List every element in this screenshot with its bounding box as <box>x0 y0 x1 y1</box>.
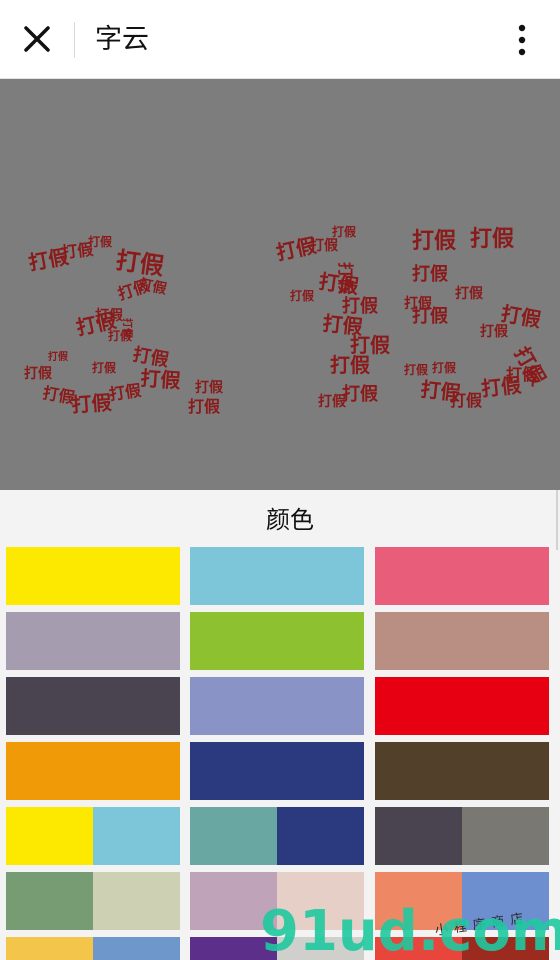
nav-divider <box>74 22 75 58</box>
scrollbar[interactable] <box>556 490 558 550</box>
swatch-color-segment <box>462 872 549 930</box>
top-navigation-bar: 字云 <box>0 0 560 79</box>
swatch-color-segment <box>6 677 180 735</box>
cloud-word: 打假 <box>188 397 221 416</box>
swatch-color-segment <box>190 677 364 735</box>
swatch-color-segment <box>375 807 462 865</box>
cloud-word: 打假 <box>332 224 357 239</box>
swatch-color-segment <box>190 807 277 865</box>
swatch-color-segment <box>190 872 277 930</box>
swatch-color-segment <box>277 807 364 865</box>
cloud-word: 打假 <box>140 366 183 393</box>
color-swatch[interactable] <box>375 742 549 800</box>
swatch-color-segment <box>190 937 277 960</box>
cloud-word: 打假 <box>342 383 379 405</box>
swatch-color-segment <box>6 742 180 800</box>
swatch-color-segment <box>375 937 462 960</box>
swatch-color-segment <box>190 612 364 670</box>
cloud-word: 打假 <box>412 228 456 254</box>
cloud-word: 打假 <box>412 305 449 327</box>
cloud-word: 打假 <box>108 381 143 404</box>
page-title: 字云 <box>95 24 149 55</box>
swatch-color-segment <box>277 872 364 930</box>
cloud-word: 打假 <box>404 362 429 377</box>
color-swatch[interactable] <box>190 807 364 865</box>
color-swatch[interactable] <box>375 547 549 605</box>
swatch-color-segment <box>6 807 93 865</box>
swatch-color-segment <box>462 807 549 865</box>
color-swatch[interactable] <box>6 612 180 670</box>
color-swatch[interactable] <box>190 937 364 960</box>
swatch-color-segment <box>93 807 180 865</box>
cloud-word: 打假 <box>290 288 315 303</box>
swatch-color-segment <box>375 872 462 930</box>
color-swatch[interactable] <box>375 677 549 735</box>
color-swatch[interactable] <box>190 677 364 735</box>
color-swatch[interactable] <box>375 937 549 960</box>
word-cloud-canvas: 打假打假打假打假打假打假打假打假打假打假打假打假打假打假打假 打假打假打假打假打假… <box>24 224 551 417</box>
cloud-word: 打假 <box>330 353 371 377</box>
cloud-word: 打假 <box>412 263 449 285</box>
color-swatch[interactable] <box>190 872 364 930</box>
color-panel-title: 颜色 <box>266 506 314 534</box>
swatch-color-segment <box>375 547 549 605</box>
swatch-color-segment <box>190 547 364 605</box>
color-swatch[interactable] <box>6 547 180 605</box>
color-swatch[interactable] <box>190 547 364 605</box>
swatch-color-segment <box>6 547 180 605</box>
color-swatch[interactable] <box>6 807 180 865</box>
cloud-word: 打假 <box>48 350 69 363</box>
cloud-word: 打假 <box>41 383 77 407</box>
color-swatch[interactable] <box>375 872 549 930</box>
cloud-word: 打假 <box>455 285 484 302</box>
swatch-color-segment <box>93 937 180 960</box>
color-swatch[interactable] <box>6 872 180 930</box>
swatch-color-segment <box>6 872 93 930</box>
swatch-color-segment <box>6 937 93 960</box>
cloud-word: 打假 <box>310 237 339 254</box>
color-swatch[interactable] <box>6 677 180 735</box>
swatch-color-segment <box>375 677 549 735</box>
color-swatch[interactable] <box>190 612 364 670</box>
close-icon[interactable] <box>20 22 54 56</box>
color-swatch[interactable] <box>375 807 549 865</box>
cloud-word: 打假 <box>470 226 514 252</box>
more-vertical-icon[interactable] <box>507 22 537 58</box>
color-swatch[interactable] <box>190 742 364 800</box>
cloud-word: 打假 <box>195 379 224 396</box>
swatch-color-segment <box>190 742 364 800</box>
cloud-word: 打假 <box>480 323 509 340</box>
cloud-word: 打假 <box>92 360 117 375</box>
swatch-color-segment <box>462 937 549 960</box>
color-swatch[interactable] <box>6 937 180 960</box>
cloud-word: 打假 <box>317 269 361 298</box>
word-cloud-preview: 打假 打假 打假 打假 打假 打假 打假 打假 打假 打假 打假 打假 打假 打假 打假 打假 打假 打假 打假 打假… <box>0 79 560 490</box>
swatch-color-segment <box>375 612 549 670</box>
cloud-word: 打假 <box>121 318 134 339</box>
color-swatch[interactable] <box>6 742 180 800</box>
cloud-word: 打假 <box>432 360 457 375</box>
cloud-word: 打假 <box>419 377 462 405</box>
cloud-word: 打假 <box>480 373 523 401</box>
cloud-word: 打假 <box>71 390 114 417</box>
swatch-color-segment <box>375 742 549 800</box>
cloud-word: 打假 <box>24 365 53 382</box>
color-swatch[interactable] <box>375 612 549 670</box>
swatch-color-segment <box>93 872 180 930</box>
swatch-color-segment <box>277 937 364 960</box>
cloud-word: 打假 <box>318 393 347 410</box>
cloud-word: 打假 <box>115 276 152 304</box>
color-panel: 颜色 <box>0 490 560 960</box>
cloud-word: 打假 <box>88 234 113 249</box>
swatch-color-segment <box>6 612 180 670</box>
